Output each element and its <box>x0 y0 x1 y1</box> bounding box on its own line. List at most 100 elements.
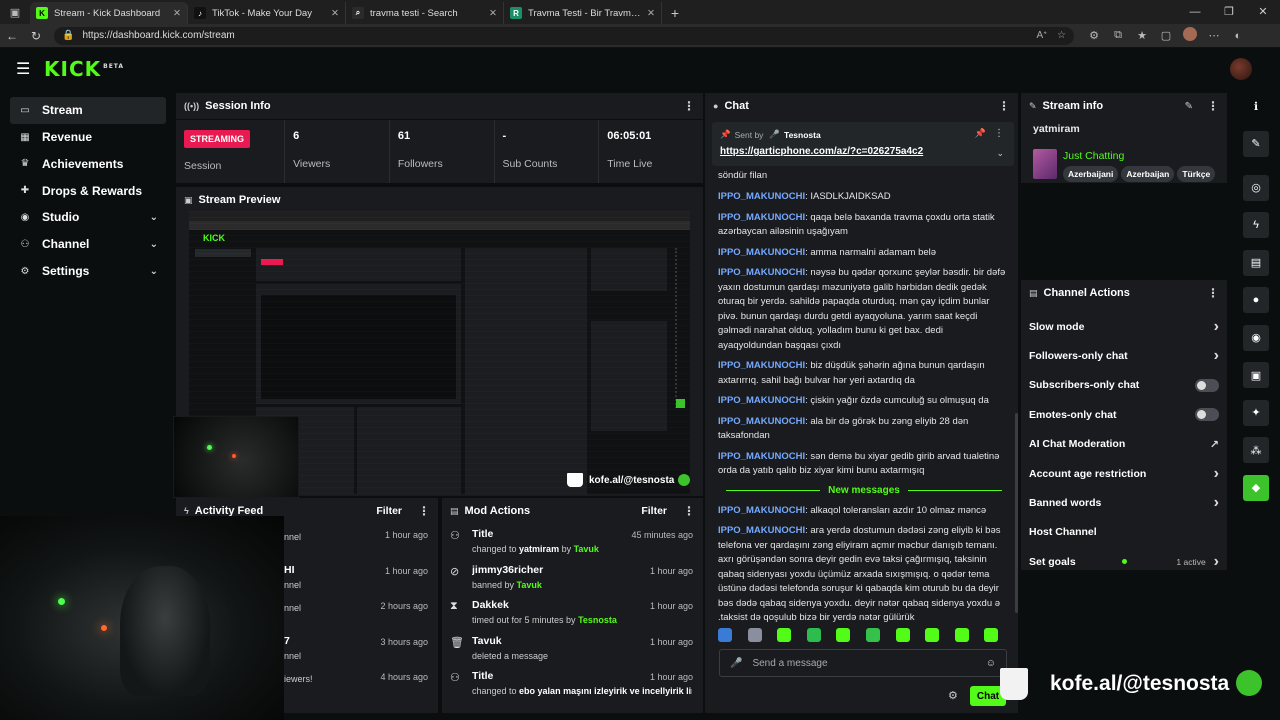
action-slow-mode[interactable]: Slow mode › <box>1021 312 1227 341</box>
broadcast-icon[interactable]: ◉ <box>1243 324 1269 351</box>
close-tab-icon[interactable]: ✕ <box>489 8 497 19</box>
split-screen-icon[interactable]: ⧉ <box>1106 29 1130 42</box>
maximize-icon[interactable]: ❐ <box>1212 0 1246 24</box>
pinned-user[interactable]: Tesnosta <box>784 130 821 140</box>
kick-logo[interactable]: KICK BETA <box>44 57 124 81</box>
close-tab-icon[interactable]: ✕ <box>331 8 339 19</box>
action-account-age-restriction[interactable]: Account age restriction › <box>1021 459 1227 488</box>
capture-icon[interactable]: ◎ <box>1243 174 1269 201</box>
chat-username[interactable]: IPPO_MAKUNOCHI <box>718 360 805 371</box>
sidebar-item-stream[interactable]: ▭ Stream <box>10 97 166 124</box>
reload-icon[interactable]: ↻ <box>24 29 48 43</box>
sidebar-item-channel[interactable]: ⚇ Channel ⌄ <box>10 231 166 258</box>
mod-action-row[interactable]: ⧗ Dakkek timed out for 5 minutes by Tesnos… <box>442 595 703 631</box>
sidebar-item-drops-rewards[interactable]: ✚ Drops & Rewards <box>10 177 166 204</box>
chevron-right-icon[interactable]: › <box>1214 553 1219 571</box>
chevron-down-icon[interactable]: ⌄ <box>150 212 158 223</box>
stream-tag[interactable]: Azerbaijan <box>1121 166 1175 182</box>
collections-icon[interactable]: ▢ <box>1154 29 1178 42</box>
pinned-message[interactable]: 📌 Sent by 🎤 Tesnosta 📌 ⋮ https://garticp… <box>712 122 1014 166</box>
close-window-icon[interactable]: ✕ <box>1246 0 1280 24</box>
toggle-switch[interactable] <box>1195 378 1219 392</box>
stream-info-more-icon[interactable]: ⋮ <box>1207 99 1219 113</box>
browser-tab-2[interactable]: ⌕ travma testi - Search ✕ <box>346 2 504 24</box>
emoji-icon[interactable]: ☺ <box>986 658 996 669</box>
external-link-icon[interactable]: ↗ <box>1210 438 1219 451</box>
chevron-down-icon[interactable]: ⌄ <box>150 239 158 250</box>
chat-message[interactable]: IPPO_MAKUNOCHI: çiskin yağır özdə cumcul… <box>718 394 1010 409</box>
emote-icon[interactable] <box>954 628 969 642</box>
mod-moderator[interactable]: Tavuk <box>574 544 599 554</box>
emote-icon[interactable] <box>865 628 880 642</box>
wrench-icon[interactable]: ✦ <box>1243 399 1269 426</box>
action-emotes-only-chat[interactable]: Emotes-only chat <box>1021 400 1227 429</box>
chat-username[interactable]: IPPO_MAKUNOCHI <box>718 416 805 427</box>
browser-tab-0[interactable]: K Stream - Kick Dashboard ✕ <box>30 2 188 24</box>
stream-tag[interactable]: Türkçe <box>1177 166 1216 182</box>
chat-message[interactable]: IPPO_MAKUNOCHI: alkaqol toleransları azd… <box>718 504 1010 519</box>
chat-message[interactable]: IPPO_MAKUNOCHI: sən demə bu xiyar gedib … <box>718 450 1010 479</box>
chat-input[interactable]: 🎤 Send a message ☺ <box>719 649 1007 677</box>
extensions-icon[interactable]: ⚙ <box>1082 29 1106 42</box>
lightning-icon[interactable]: ϟ <box>1243 212 1269 238</box>
action-banned-words[interactable]: Banned words › <box>1021 488 1227 517</box>
copilot-icon[interactable]: ◐ <box>1226 30 1250 42</box>
chevron-right-icon[interactable]: › <box>1214 494 1219 512</box>
chevron-right-icon[interactable]: › <box>1214 318 1219 336</box>
chat-username[interactable]: IPPO_MAKUNOCHI <box>718 247 805 258</box>
emote-icon[interactable] <box>747 628 762 642</box>
new-messages-divider[interactable]: New messages <box>718 485 1010 496</box>
sidebar-item-settings[interactable]: ⚙ Settings ⌄ <box>10 258 166 285</box>
chat-more-icon[interactable]: ⋮ <box>998 99 1010 113</box>
channel-actions-more-icon[interactable]: ⋮ <box>1207 286 1219 300</box>
chat-username[interactable]: IPPO_MAKUNOCHI <box>718 267 805 278</box>
close-tab-icon[interactable]: ✕ <box>647 8 655 19</box>
emote-icon[interactable] <box>895 628 910 642</box>
mod-filter-button[interactable]: Filter <box>641 505 667 517</box>
new-tab-button[interactable]: + <box>662 2 688 24</box>
chat-message[interactable]: IPPO_MAKUNOCHI: nəysə bu qədər qorxunc ş… <box>718 266 1010 353</box>
chat-message[interactable]: IPPO_MAKUNOCHI: IASDLKJAIDKSAD <box>718 190 1010 205</box>
chat-scrollbar[interactable] <box>1015 413 1018 613</box>
url-field[interactable]: 🔒 https://dashboard.kick.com/stream Aᐩ ☆ <box>54 26 1074 45</box>
chevron-right-icon[interactable]: › <box>1214 347 1219 365</box>
emote-icon[interactable] <box>718 628 732 642</box>
layout-icon[interactable]: ▣ <box>1243 362 1269 388</box>
more-menu-icon[interactable]: ⋯ <box>1202 29 1226 42</box>
read-aloud-icon[interactable]: Aᐩ <box>1036 30 1047 41</box>
chat-message[interactable]: IPPO_MAKUNOCHI: biz düşdük şəhərin ağına… <box>718 359 1010 388</box>
mod-action-row[interactable]: 🗑 Tavuk deleted a message 1 hour ago <box>442 631 703 667</box>
chat-username[interactable]: IPPO_MAKUNOCHI <box>718 451 805 462</box>
integrations-icon[interactable]: ⁂ <box>1243 437 1269 463</box>
stream-category[interactable]: Just Chatting <box>1063 150 1124 162</box>
activity-more-icon[interactable]: ⋮ <box>418 504 430 518</box>
emote-icon[interactable] <box>806 628 821 642</box>
sidebar-item-achievements[interactable]: ♛ Achievements <box>10 151 166 178</box>
chat-bubble-icon[interactable]: ● <box>1243 287 1269 313</box>
chat-username[interactable]: IPPO_MAKUNOCHI <box>718 395 805 406</box>
chat-settings-icon[interactable]: ⚙ <box>948 689 958 702</box>
close-tab-icon[interactable]: ✕ <box>173 8 181 19</box>
document-icon[interactable]: ▤ <box>1243 249 1269 276</box>
edit-icon[interactable]: ✎ <box>1243 130 1269 157</box>
app-icon[interactable]: ◆ <box>1243 474 1269 501</box>
mod-moderator[interactable]: Tavuk <box>517 580 542 590</box>
mod-action-row[interactable]: ⚇ Title changed to yatmiram by Tavuk 45 min… <box>442 524 703 560</box>
minimize-icon[interactable]: — <box>1178 0 1212 24</box>
mod-action-row[interactable]: ⊘ jimmy36richer banned by Tavuk 1 hour ago <box>442 560 703 596</box>
browser-tab-1[interactable]: ♪ TikTok - Make Your Day ✕ <box>188 2 346 24</box>
mod-more-icon[interactable]: ⋮ <box>683 504 695 518</box>
chat-message[interactable]: IPPO_MAKUNOCHI: qaqa belə baxanda travma… <box>718 211 1010 240</box>
category-thumbnail[interactable] <box>1033 149 1057 179</box>
chat-username[interactable]: IPPO_MAKUNOCHI <box>718 525 805 536</box>
chat-username[interactable]: IPPO_MAKUNOCHI <box>718 505 805 516</box>
toggle-switch[interactable] <box>1195 408 1219 422</box>
favorites-icon[interactable]: ★ <box>1130 29 1154 42</box>
session-more-icon[interactable]: ⋮ <box>683 99 695 113</box>
pinned-more-icon[interactable]: ⋮ <box>994 128 1004 139</box>
emote-icon[interactable] <box>984 628 999 642</box>
expand-chevron-icon[interactable]: ⌄ <box>996 148 1004 159</box>
user-avatar[interactable] <box>1230 58 1252 80</box>
profile-avatar[interactable] <box>1178 27 1202 44</box>
stream-tag[interactable]: Azerbaijani <box>1063 166 1119 182</box>
